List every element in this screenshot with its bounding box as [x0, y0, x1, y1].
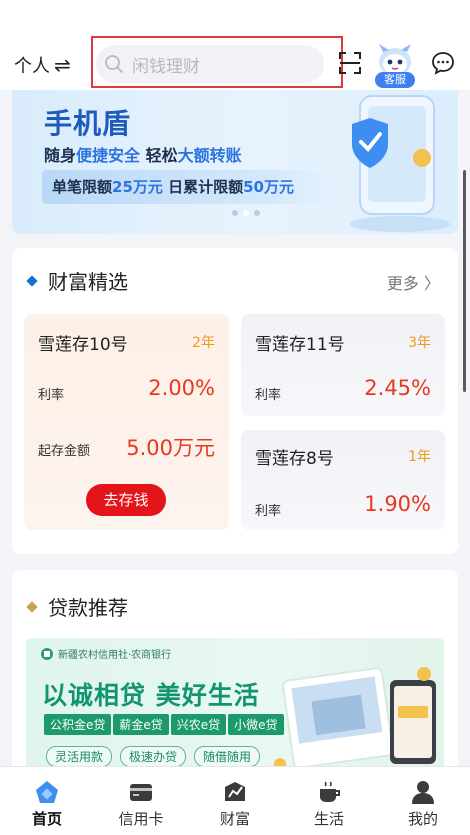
carousel-dot: [254, 210, 260, 216]
coffee-icon: [320, 781, 340, 802]
carousel-dot: [232, 210, 238, 216]
loan-product-chip: 公积金e贷: [44, 714, 112, 735]
limit-text2: 日累计限额: [162, 178, 244, 196]
product-card[interactable]: 雪莲存8号 1年 利率 1.90%: [241, 430, 445, 530]
scan-icon[interactable]: [339, 52, 361, 74]
banner-subtitle-highlight1: 便捷安全: [76, 146, 141, 165]
tab-label: 我的: [407, 810, 438, 828]
phone-shield-illustration: [350, 95, 450, 232]
deposit-button[interactable]: 去存钱: [86, 484, 166, 516]
wealth-more-link[interactable]: 更多 〉: [387, 270, 440, 294]
banner-subtitle-text1: 随身: [44, 146, 77, 165]
product-name: 雪莲存11号: [255, 335, 345, 355]
loan-illustration: [274, 667, 436, 770]
promo-banner[interactable]: 手机盾 随身便捷安全 轻松大额转账 单笔限额25万元 日累计限额50万元: [12, 90, 458, 234]
tab-wealth[interactable]: 财富: [188, 767, 282, 835]
product-name: 雪莲存10号: [38, 335, 128, 355]
min-amount-value: 5.00万元: [126, 436, 215, 460]
search-highlight-box: 闲钱理财: [91, 36, 343, 88]
product-card[interactable]: 雪莲存11号 3年 利率 2.45%: [241, 314, 445, 416]
product-name: 雪莲存8号: [255, 449, 334, 469]
loan-feature-tags: 灵活用款 极速办贷 随借随用: [46, 746, 261, 767]
loan-feature-tag: 极速办贷: [120, 746, 187, 767]
rate-label: 利率: [38, 388, 65, 403]
diamond-icon: [26, 274, 38, 287]
wealth-section: 财富精选 更多 〉 雪莲存10号 2年 利率 2.00% 起存金额 5.00万元…: [12, 248, 458, 554]
limit-text1: 单笔限额: [52, 178, 113, 196]
loan-product-chips: 公积金e贷 薪金e贷 兴农e贷 小微e贷: [44, 714, 284, 735]
loan-section-header: 贷款推荐: [26, 592, 128, 621]
loan-product-chip: 薪金e贷: [113, 714, 169, 735]
product-term: 1年: [408, 449, 431, 465]
persona-switch[interactable]: 个人 ⇌: [14, 52, 71, 78]
credit-card-icon: [130, 784, 152, 801]
bank-logo-icon: [41, 647, 53, 660]
tab-life[interactable]: 生活: [282, 767, 376, 835]
service-badge[interactable]: 客服: [375, 72, 415, 88]
person-icon: [412, 781, 434, 804]
loan-feature-tag: 灵活用款: [46, 746, 113, 767]
loan-title: 贷款推荐: [48, 596, 128, 620]
tab-label: 财富: [219, 810, 250, 828]
bank-brand: 新疆农村信用社·农商银行: [40, 646, 171, 661]
min-amount-label: 起存金额: [38, 444, 91, 459]
product-term: 2年: [192, 335, 215, 351]
tab-label: 首页: [31, 810, 62, 828]
loan-feature-tag: 随借随用: [194, 746, 261, 767]
loan-section: 贷款推荐 新疆农村信用社·农商银行 以诚相贷 美好生活 公积金e贷 薪金e贷 兴…: [12, 570, 458, 770]
product-term: 3年: [408, 335, 431, 351]
home-icon: [36, 781, 58, 803]
banner-subtitle: 随身便捷安全 轻松大额转账: [44, 142, 242, 166]
wealth-section-header: 财富精选: [26, 266, 128, 295]
loan-product-chip: 兴农e贷: [170, 714, 227, 735]
message-icon[interactable]: [431, 51, 455, 75]
banner-title: 手机盾: [44, 107, 132, 140]
tab-label: 生活: [313, 810, 344, 828]
tab-label: 信用卡: [118, 810, 164, 828]
rate-value: 2.45%: [364, 376, 431, 400]
loan-banner-title: 以诚相贷 美好生活: [42, 681, 260, 710]
search-placeholder: 闲钱理财: [132, 56, 200, 77]
banner-subtitle-text2: 轻松: [140, 146, 178, 165]
limit-number1: 25万元: [112, 178, 163, 196]
carousel-dots: [232, 210, 260, 216]
product-card-featured[interactable]: 雪莲存10号 2年 利率 2.00% 起存金额 5.00万元 去存钱: [24, 314, 229, 530]
limit-info: 单笔限额25万元 日累计限额50万元: [42, 170, 332, 204]
scrollbar[interactable]: [463, 170, 466, 392]
top-header: 个人 ⇌ 闲钱理财 客服: [0, 0, 470, 90]
limit-number2: 50万元: [243, 178, 294, 196]
persona-label: 个人: [14, 56, 50, 77]
swap-icon: ⇌: [54, 53, 71, 77]
wealth-title: 财富精选: [48, 270, 128, 294]
banner-subtitle-highlight2: 大额转账: [177, 146, 242, 165]
rate-value: 2.00%: [148, 376, 215, 400]
tab-home[interactable]: 首页: [0, 767, 94, 835]
tab-mine[interactable]: 我的: [376, 767, 470, 835]
rate-label: 利率: [255, 504, 282, 519]
search-input[interactable]: 闲钱理财: [96, 45, 324, 83]
rate-value: 1.90%: [364, 492, 431, 516]
tab-credit-card[interactable]: 信用卡: [94, 767, 188, 835]
bank-brand-text: 新疆农村信用社·农商银行: [58, 650, 172, 661]
bottom-tab-bar: 首页 信用卡 财富 生活 我的: [0, 766, 470, 835]
rate-label: 利率: [255, 388, 282, 403]
search-icon: [105, 55, 123, 73]
wealth-icon: [225, 782, 245, 801]
loan-banner[interactable]: 新疆农村信用社·农商银行 以诚相贷 美好生活 公积金e贷 薪金e贷 兴农e贷 小…: [26, 638, 444, 770]
diamond-icon: [26, 600, 38, 613]
carousel-dot-active: [243, 210, 249, 216]
